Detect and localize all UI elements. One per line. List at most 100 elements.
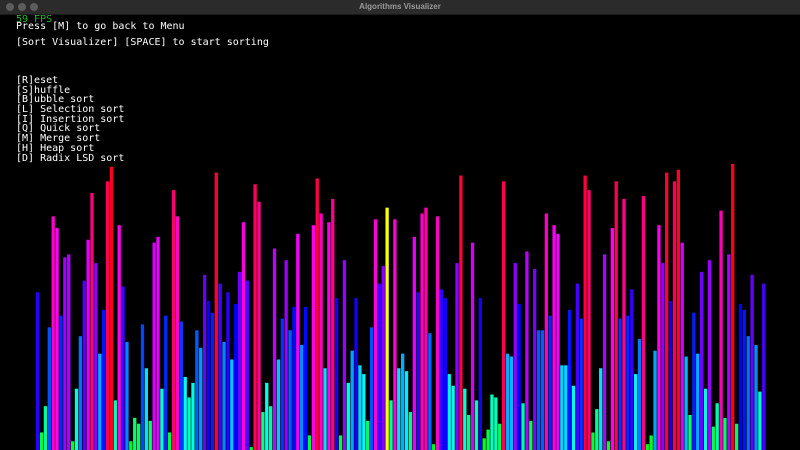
- sort-bar: [160, 388, 164, 450]
- sort-bar: [43, 406, 48, 450]
- app-window: Algorithms Visualizer 59 FPS Press [M] t…: [0, 0, 800, 450]
- sort-bar: [478, 298, 482, 450]
- sort-bar: [408, 412, 413, 450]
- sort-bar: [505, 353, 510, 450]
- sort-bar: [319, 213, 323, 450]
- menu-item-radix-lsd-sort: [D] Radix LSD sort: [16, 152, 125, 164]
- sort-bar: [70, 441, 75, 450]
- sort-bar: [245, 280, 249, 450]
- sort-bar: [758, 391, 762, 450]
- sort-bar: [307, 435, 312, 450]
- sort-bar: [366, 420, 370, 450]
- sort-bar: [633, 374, 638, 450]
- sort-bar: [218, 283, 222, 450]
- sort-bar: [113, 400, 117, 450]
- sort-bar: [482, 438, 486, 450]
- sort-bar: [168, 432, 172, 450]
- sort-bar: [404, 371, 409, 450]
- sort-bar: [738, 304, 743, 450]
- sort-bar: [257, 201, 261, 450]
- sort-bar: [443, 298, 448, 450]
- sort-bar: [727, 254, 731, 450]
- sort-bar: [67, 254, 71, 450]
- sort-bar: [680, 242, 684, 450]
- sort-bar: [692, 312, 696, 450]
- sort-bar: [762, 283, 766, 450]
- sort-bar: [696, 353, 700, 450]
- sort-bar: [439, 289, 444, 450]
- sort-bar: [707, 260, 712, 450]
- sort-bar: [133, 417, 137, 450]
- sort-bar: [156, 236, 160, 450]
- sort-bar: [98, 353, 102, 450]
- keyboard-menu: [R]eset [S]huffle [B]ubble sort [L] Sele…: [16, 76, 124, 163]
- sort-bar: [129, 441, 133, 450]
- sort-bar: [498, 423, 502, 450]
- sort-bar: [377, 283, 381, 450]
- sort-bar: [373, 219, 378, 450]
- sort-bar: [548, 315, 552, 450]
- sort-bar: [459, 175, 463, 450]
- sort-bar: [292, 306, 296, 450]
- sort-bar: [509, 356, 514, 450]
- sort-bar: [447, 374, 451, 450]
- sort-bar: [362, 374, 366, 450]
- sort-bar: [63, 257, 67, 450]
- sort-bar: [241, 222, 246, 450]
- sort-bar: [51, 216, 55, 450]
- sort-bar: [676, 169, 680, 450]
- sort-bar: [614, 181, 618, 450]
- sort-bar: [540, 330, 545, 450]
- sort-bar: [39, 432, 44, 450]
- sort-bar: [416, 292, 420, 450]
- sort-bar: [684, 356, 688, 450]
- sort-bar: [719, 210, 723, 450]
- sort-bar: [191, 382, 195, 450]
- sort-bar: [715, 403, 719, 450]
- sort-bar: [626, 315, 630, 450]
- sort-bar: [334, 298, 339, 450]
- sort-bar: [59, 315, 63, 450]
- sort-bar: [401, 353, 405, 450]
- sort-bar: [109, 166, 114, 450]
- sort-bar: [746, 336, 750, 450]
- sort-bar: [494, 397, 498, 450]
- sort-bar: [567, 309, 572, 450]
- sort-bar: [210, 312, 215, 450]
- sort-bar: [622, 198, 626, 450]
- sort-bar: [354, 298, 358, 450]
- sort-bar: [234, 304, 238, 450]
- sort-bar: [467, 414, 471, 450]
- sort-bar: [435, 216, 440, 450]
- sort-bar: [164, 315, 168, 450]
- sort-bar: [490, 394, 494, 450]
- sort-bar: [606, 441, 611, 450]
- sort-bar: [55, 228, 59, 450]
- sort-bars-canvas: [36, 163, 766, 450]
- sort-bar: [533, 268, 537, 450]
- sort-bar: [315, 178, 319, 450]
- sort-bar: [599, 368, 603, 450]
- sort-bar: [90, 193, 94, 450]
- sort-bar: [564, 365, 568, 450]
- sort-bar: [136, 423, 141, 450]
- sort-bar: [381, 266, 385, 450]
- sort-bar: [148, 420, 152, 450]
- sort-bar: [183, 377, 187, 450]
- sort-bar: [74, 388, 79, 450]
- sort-bar: [657, 225, 661, 450]
- sort-bar: [653, 350, 657, 450]
- sort-bar: [595, 409, 599, 450]
- sort-bar: [521, 403, 525, 450]
- sort-bar: [731, 163, 735, 450]
- sort-bar: [432, 444, 436, 450]
- sort-bar: [342, 260, 347, 450]
- sort-bar: [121, 286, 125, 450]
- sort-bar: [222, 341, 226, 450]
- sort-bar: [424, 207, 428, 450]
- sort-bar: [571, 385, 576, 450]
- sort-bar: [668, 301, 673, 450]
- sort-bar: [253, 184, 257, 450]
- sort-bar: [474, 400, 479, 450]
- sort-bar: [187, 397, 191, 450]
